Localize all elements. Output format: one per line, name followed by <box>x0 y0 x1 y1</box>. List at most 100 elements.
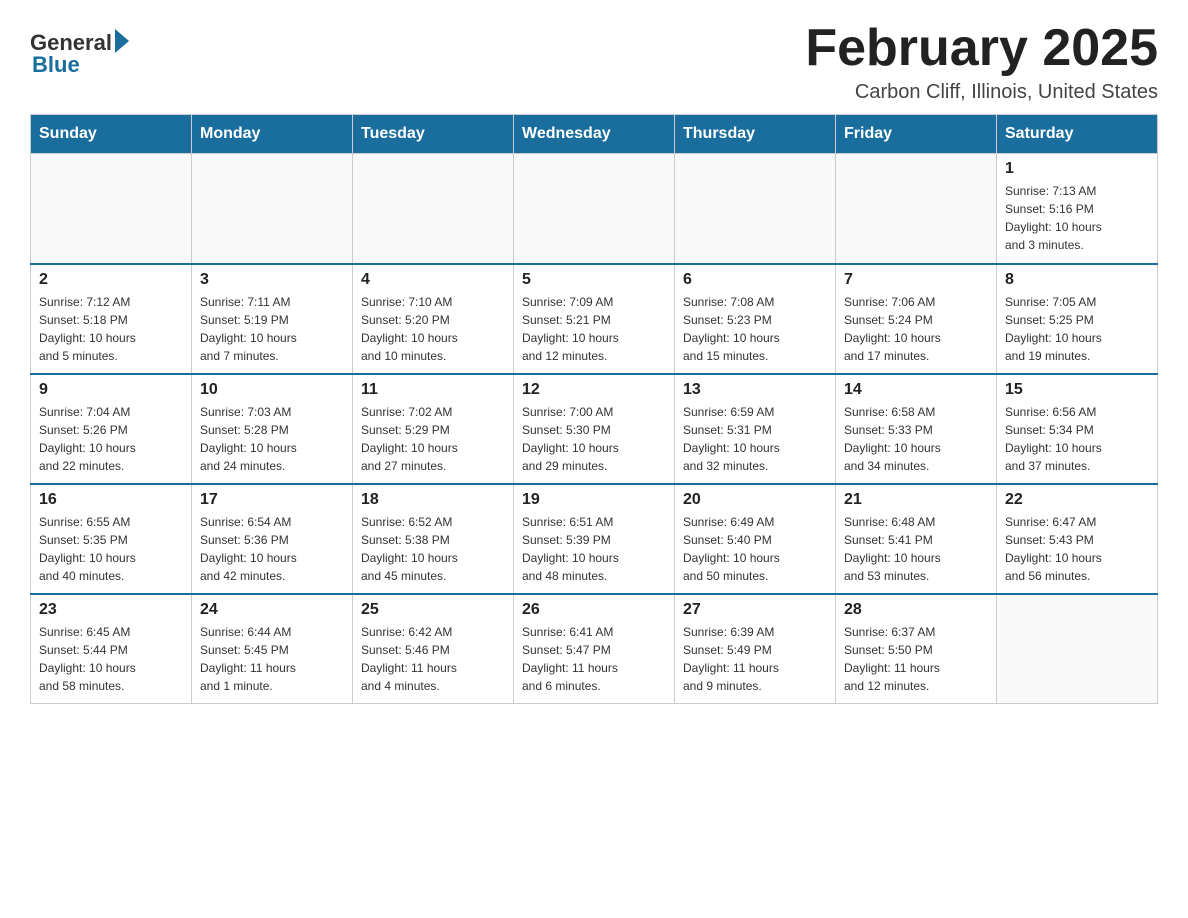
day-info: Sunrise: 6:51 AMSunset: 5:39 PMDaylight:… <box>522 513 666 585</box>
calendar-week-row: 9 Sunrise: 7:04 AMSunset: 5:26 PMDaylight… <box>31 374 1158 484</box>
day-number: 25 <box>361 601 505 619</box>
day-info: Sunrise: 7:06 AMSunset: 5:24 PMDaylight:… <box>844 293 988 365</box>
day-number: 27 <box>683 601 827 619</box>
day-number: 11 <box>361 381 505 399</box>
day-info: Sunrise: 7:13 AMSunset: 5:16 PMDaylight:… <box>1005 182 1149 254</box>
day-number: 10 <box>200 381 344 399</box>
day-number: 8 <box>1005 271 1149 289</box>
calendar-header-friday: Friday <box>836 115 997 154</box>
calendar-header-sunday: Sunday <box>31 115 192 154</box>
day-number: 17 <box>200 491 344 509</box>
day-info: Sunrise: 7:09 AMSunset: 5:21 PMDaylight:… <box>522 293 666 365</box>
calendar-cell <box>192 154 353 264</box>
day-number: 22 <box>1005 491 1149 509</box>
day-number: 18 <box>361 491 505 509</box>
day-info: Sunrise: 6:55 AMSunset: 5:35 PMDaylight:… <box>39 513 183 585</box>
calendar-cell: 6Sunrise: 7:08 AMSunset: 5:23 PMDaylight… <box>675 264 836 374</box>
page-header: General Blue February 2025 Carbon Cliff,… <box>30 20 1158 104</box>
calendar-cell: 16Sunrise: 6:55 AMSunset: 5:35 PMDayligh… <box>31 484 192 594</box>
calendar-cell: 14 Sunrise: 6:58 AMSunset: 5:33 PMDayligh… <box>836 374 997 484</box>
calendar-cell: 21 Sunrise: 6:48 AMSunset: 5:41 PMDayligh… <box>836 484 997 594</box>
day-info: Sunrise: 6:47 AMSunset: 5:43 PMDaylight:… <box>1005 513 1149 585</box>
day-number: 14 <box>844 381 988 399</box>
title-block: February 2025 Carbon Cliff, Illinois, Un… <box>805 20 1158 104</box>
day-number: 21 <box>844 491 988 509</box>
calendar-cell: 28 Sunrise: 6:37 AMSunset: 5:50 PMDayligh… <box>836 594 997 704</box>
calendar-cell: 17 Sunrise: 6:54 AMSunset: 5:36 PMDayligh… <box>192 484 353 594</box>
calendar-cell: 9 Sunrise: 7:04 AMSunset: 5:26 PMDaylight… <box>31 374 192 484</box>
day-info: Sunrise: 6:49 AMSunset: 5:40 PMDaylight:… <box>683 513 827 585</box>
day-number: 4 <box>361 271 505 289</box>
day-info: Sunrise: 7:11 AMSunset: 5:19 PMDaylight:… <box>200 293 344 365</box>
day-number: 24 <box>200 601 344 619</box>
calendar-cell: 25 Sunrise: 6:42 AMSunset: 5:46 PMDayligh… <box>353 594 514 704</box>
calendar-cell: 5 Sunrise: 7:09 AMSunset: 5:21 PMDaylight… <box>514 264 675 374</box>
day-info: Sunrise: 6:44 AMSunset: 5:45 PMDaylight:… <box>200 623 344 695</box>
day-info: Sunrise: 7:10 AMSunset: 5:20 PMDaylight:… <box>361 293 505 365</box>
day-info: Sunrise: 7:04 AMSunset: 5:26 PMDaylight:… <box>39 403 183 475</box>
calendar-header-wednesday: Wednesday <box>514 115 675 154</box>
logo-blue-text: Blue <box>32 52 80 78</box>
day-number: 9 <box>39 381 183 399</box>
day-number: 1 <box>1005 160 1149 178</box>
day-info: Sunrise: 6:42 AMSunset: 5:46 PMDaylight:… <box>361 623 505 695</box>
calendar-header-monday: Monday <box>192 115 353 154</box>
calendar-cell: 13 Sunrise: 6:59 AMSunset: 5:31 PMDayligh… <box>675 374 836 484</box>
day-number: 13 <box>683 381 827 399</box>
day-number: 19 <box>522 491 666 509</box>
calendar-cell: 4 Sunrise: 7:10 AMSunset: 5:20 PMDaylight… <box>353 264 514 374</box>
calendar-cell: 3 Sunrise: 7:11 AMSunset: 5:19 PMDaylight… <box>192 264 353 374</box>
calendar-cell: 27Sunrise: 6:39 AMSunset: 5:49 PMDayligh… <box>675 594 836 704</box>
calendar-week-row: 1 Sunrise: 7:13 AMSunset: 5:16 PMDaylight… <box>31 154 1158 264</box>
calendar-cell: 26Sunrise: 6:41 AMSunset: 5:47 PMDayligh… <box>514 594 675 704</box>
calendar-cell: 11 Sunrise: 7:02 AMSunset: 5:29 PMDayligh… <box>353 374 514 484</box>
calendar-cell: 2 Sunrise: 7:12 AMSunset: 5:18 PMDaylight… <box>31 264 192 374</box>
month-title: February 2025 <box>805 20 1158 77</box>
calendar-cell: 8 Sunrise: 7:05 AMSunset: 5:25 PMDaylight… <box>997 264 1158 374</box>
day-info: Sunrise: 6:54 AMSunset: 5:36 PMDaylight:… <box>200 513 344 585</box>
calendar-cell <box>514 154 675 264</box>
day-number: 26 <box>522 601 666 619</box>
calendar-header-row: SundayMondayTuesdayWednesdayThursdayFrid… <box>31 115 1158 154</box>
calendar-header-tuesday: Tuesday <box>353 115 514 154</box>
day-info: Sunrise: 7:12 AMSunset: 5:18 PMDaylight:… <box>39 293 183 365</box>
calendar-cell <box>836 154 997 264</box>
calendar-cell <box>31 154 192 264</box>
calendar-table: SundayMondayTuesdayWednesdayThursdayFrid… <box>30 114 1158 704</box>
day-number: 2 <box>39 271 183 289</box>
calendar-cell <box>353 154 514 264</box>
calendar-cell: 1 Sunrise: 7:13 AMSunset: 5:16 PMDaylight… <box>997 154 1158 264</box>
calendar-cell: 10 Sunrise: 7:03 AMSunset: 5:28 PMDayligh… <box>192 374 353 484</box>
logo-arrow-icon <box>115 29 129 53</box>
day-info: Sunrise: 6:37 AMSunset: 5:50 PMDaylight:… <box>844 623 988 695</box>
calendar-header-thursday: Thursday <box>675 115 836 154</box>
day-info: Sunrise: 6:56 AMSunset: 5:34 PMDaylight:… <box>1005 403 1149 475</box>
calendar-header-saturday: Saturday <box>997 115 1158 154</box>
calendar-cell: 7Sunrise: 7:06 AMSunset: 5:24 PMDaylight… <box>836 264 997 374</box>
calendar-cell: 20Sunrise: 6:49 AMSunset: 5:40 PMDayligh… <box>675 484 836 594</box>
calendar-week-row: 2 Sunrise: 7:12 AMSunset: 5:18 PMDaylight… <box>31 264 1158 374</box>
day-number: 23 <box>39 601 183 619</box>
day-number: 6 <box>683 271 827 289</box>
day-number: 3 <box>200 271 344 289</box>
day-info: Sunrise: 6:59 AMSunset: 5:31 PMDaylight:… <box>683 403 827 475</box>
day-number: 5 <box>522 271 666 289</box>
calendar-cell: 24 Sunrise: 6:44 AMSunset: 5:45 PMDayligh… <box>192 594 353 704</box>
logo: General Blue <box>30 30 129 78</box>
day-info: Sunrise: 6:45 AMSunset: 5:44 PMDaylight:… <box>39 623 183 695</box>
day-number: 12 <box>522 381 666 399</box>
day-info: Sunrise: 6:58 AMSunset: 5:33 PMDaylight:… <box>844 403 988 475</box>
day-info: Sunrise: 7:02 AMSunset: 5:29 PMDaylight:… <box>361 403 505 475</box>
calendar-cell <box>997 594 1158 704</box>
day-info: Sunrise: 7:03 AMSunset: 5:28 PMDaylight:… <box>200 403 344 475</box>
location-subtitle: Carbon Cliff, Illinois, United States <box>805 81 1158 104</box>
calendar-cell: 18 Sunrise: 6:52 AMSunset: 5:38 PMDayligh… <box>353 484 514 594</box>
day-info: Sunrise: 6:52 AMSunset: 5:38 PMDaylight:… <box>361 513 505 585</box>
calendar-cell: 15 Sunrise: 6:56 AMSunset: 5:34 PMDayligh… <box>997 374 1158 484</box>
day-info: Sunrise: 7:05 AMSunset: 5:25 PMDaylight:… <box>1005 293 1149 365</box>
day-number: 15 <box>1005 381 1149 399</box>
day-info: Sunrise: 7:00 AMSunset: 5:30 PMDaylight:… <box>522 403 666 475</box>
day-info: Sunrise: 6:48 AMSunset: 5:41 PMDaylight:… <box>844 513 988 585</box>
day-number: 28 <box>844 601 988 619</box>
calendar-cell: 22 Sunrise: 6:47 AMSunset: 5:43 PMDayligh… <box>997 484 1158 594</box>
